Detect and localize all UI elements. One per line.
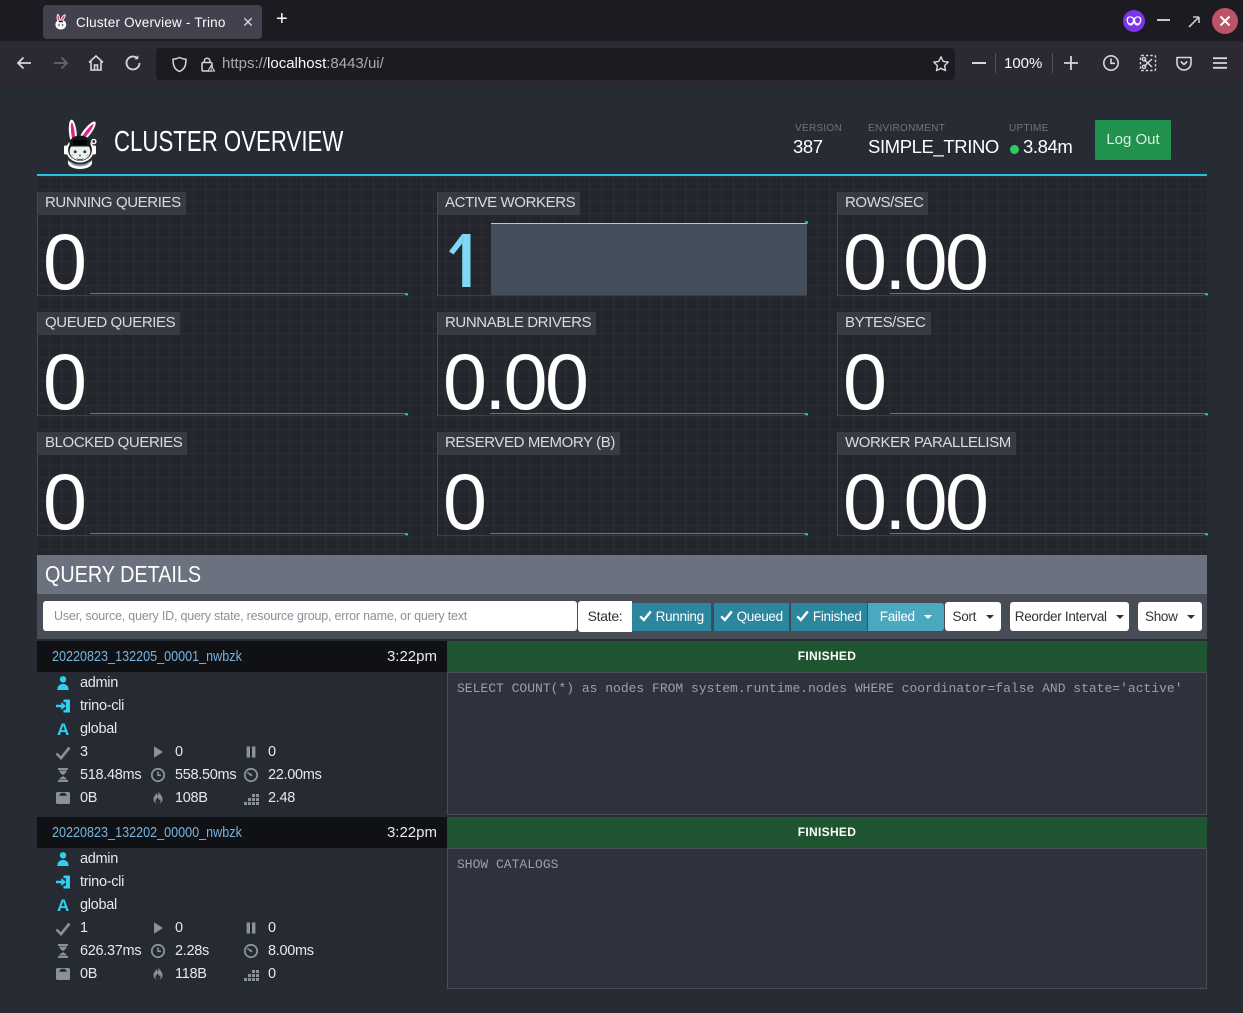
svg-text:A: A [57, 721, 69, 737]
svg-text:A: A [57, 897, 69, 913]
